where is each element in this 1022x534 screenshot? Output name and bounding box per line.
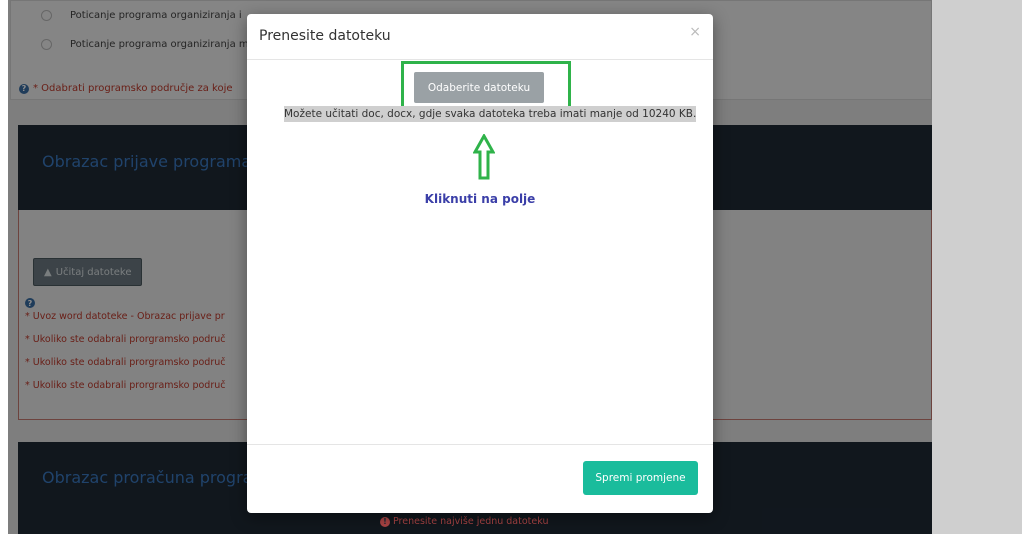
modal-title: Prenesite datoteku: [259, 28, 391, 44]
bottom-error: ! Prenesite najviše jednu datoteku: [380, 516, 548, 527]
exclamation-circle-icon: !: [380, 516, 390, 527]
modal-divider: [247, 444, 713, 445]
upload-modal: Prenesite datoteku × Odaberite datoteku …: [247, 14, 713, 513]
arrow-up-outline-icon: [473, 134, 495, 180]
annotation-label: Kliknuti na polje: [424, 192, 536, 206]
close-icon[interactable]: ×: [689, 24, 701, 40]
choose-file-button[interactable]: Odaberite datoteku: [414, 72, 544, 103]
modal-divider: [247, 59, 713, 60]
page-gutter: [932, 0, 1022, 534]
save-changes-button[interactable]: Spremi promjene: [583, 461, 698, 495]
file-hint-text: Možete učitati doc, docx, gdje svaka dat…: [284, 106, 697, 122]
bottom-error-text: Prenesite najviše jednu datoteku: [393, 516, 549, 527]
